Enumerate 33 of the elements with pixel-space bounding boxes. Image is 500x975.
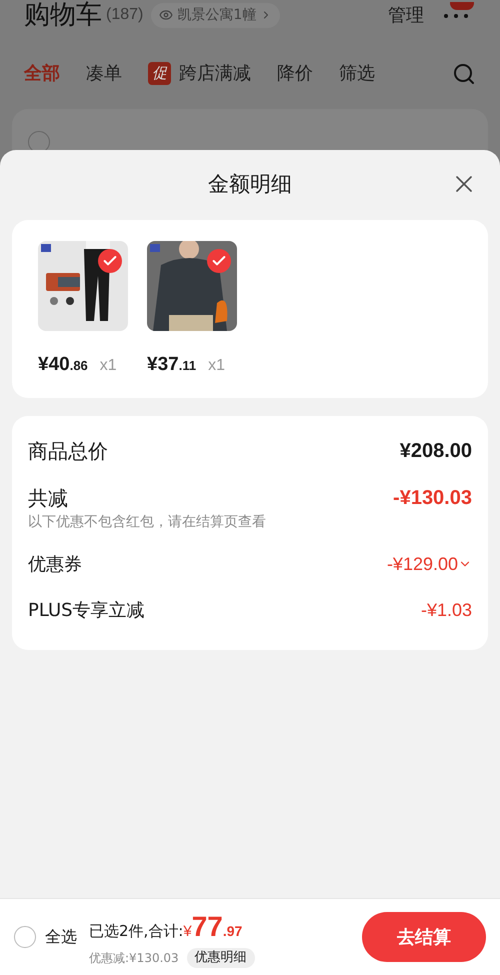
discount-note: 以下优惠不包含红包，请在结算页查看 xyxy=(28,513,267,532)
filter-tab[interactable]: 筛选 xyxy=(339,60,375,87)
summary-label: 优惠券 xyxy=(28,552,82,576)
item-price: ¥40.86 xyxy=(38,353,88,377)
promo-badge: 促 xyxy=(148,62,171,85)
summary-label: 共减 xyxy=(28,485,68,512)
sheet-title: 金额明细 xyxy=(208,171,292,198)
summary-label: PLUS专享立减 xyxy=(28,598,145,622)
item-price: ¥37.11 xyxy=(147,353,196,377)
page-title: 购物车 xyxy=(24,2,102,28)
summary-value: -¥130.03 xyxy=(393,486,472,511)
filter-tab[interactable]: 全部 xyxy=(24,60,60,87)
filter-tab[interactable]: 促 跨店满减 xyxy=(148,60,251,87)
manage-link[interactable]: 管理 xyxy=(388,2,424,28)
total-price: ¥77.97 xyxy=(183,910,242,944)
filter-tab[interactable]: 凑单 xyxy=(86,60,122,87)
address-chip[interactable]: 凯景公寓1幢 xyxy=(151,2,280,28)
discount-amount: 优惠减:¥130.03 xyxy=(89,950,179,967)
eye-icon xyxy=(159,8,174,22)
search-icon[interactable] xyxy=(452,62,476,86)
summary-value: -¥1.03 xyxy=(420,598,472,622)
selected-summary: 已选2件,合计: xyxy=(89,921,184,942)
cart-count: (187) xyxy=(106,5,144,25)
select-all-checkbox[interactable] xyxy=(14,926,36,948)
summary-value: ¥208.00 xyxy=(400,439,472,464)
summary-label: 商品总价 xyxy=(28,438,108,465)
checkout-button[interactable]: 去结算 xyxy=(362,912,486,962)
discount-detail-button[interactable]: 优惠明细 xyxy=(186,948,255,968)
item-quantity: x1 xyxy=(100,356,117,376)
item-quantity: x1 xyxy=(208,356,225,376)
filter-tab[interactable]: 降价 xyxy=(277,60,313,87)
summary-value: -¥129.00 xyxy=(386,552,458,576)
select-all-label[interactable]: 全选 xyxy=(45,925,77,949)
